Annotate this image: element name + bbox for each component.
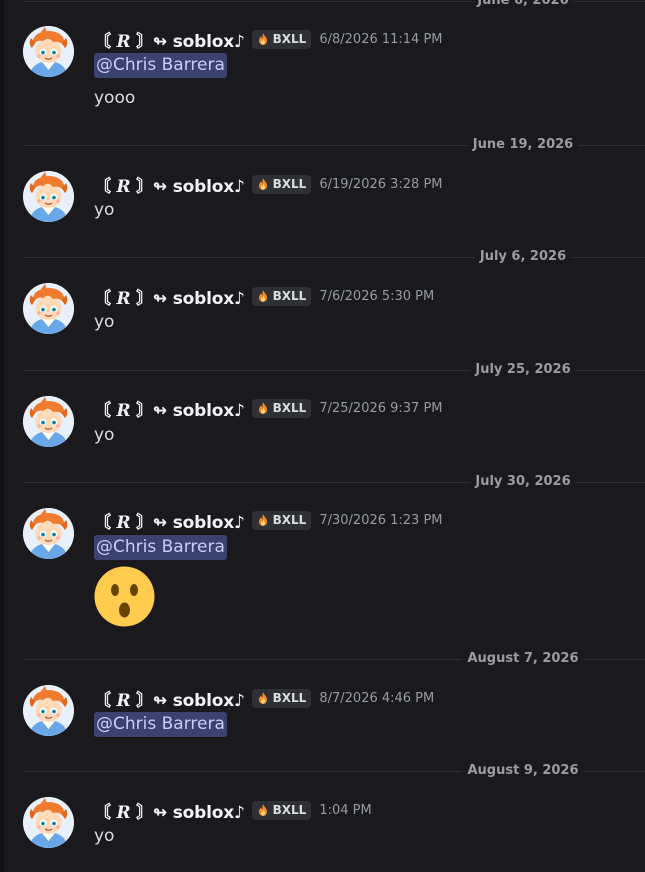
username[interactable]: 〘 R 〙↬ soblox♪ — [94, 172, 245, 197]
message-header: 〘 R 〙↬ soblox♪ BXLL 6/19/2026 3:28 PM — [94, 172, 443, 197]
message-text: yo — [94, 312, 115, 332]
username[interactable]: 〘 R 〙↬ soblox♪ — [94, 396, 245, 421]
timestamp[interactable]: 6/19/2026 3:28 PM — [319, 177, 442, 192]
message-header: 〘 R 〙↬ soblox♪ BXLL 8/7/2026 4:46 PM — [94, 686, 434, 711]
avatar[interactable] — [23, 508, 74, 559]
fire-icon — [256, 803, 270, 817]
user-mention[interactable]: @Chris Barrera — [94, 712, 227, 737]
message-text: yo — [94, 826, 115, 846]
message-header: 〘 R 〙↬ soblox♪ BXLL 7/25/2026 9:37 PM — [94, 396, 443, 421]
avatar[interactable] — [23, 26, 74, 77]
date-separator-label: August 7, 2026 — [462, 651, 584, 667]
username[interactable]: 〘 R 〙↬ soblox♪ — [94, 284, 245, 309]
avatar[interactable] — [23, 283, 74, 334]
fire-icon — [256, 289, 270, 303]
server-tag[interactable]: BXLL — [251, 29, 312, 49]
date-separator-label: August 9, 2026 — [462, 763, 584, 779]
timestamp[interactable]: 7/6/2026 5:30 PM — [319, 289, 434, 304]
user-mention[interactable]: @Chris Barrera — [94, 53, 227, 78]
server-tag[interactable]: BXLL — [251, 174, 312, 194]
fire-icon — [256, 177, 270, 191]
fire-icon — [256, 691, 270, 705]
message-header: 〘 R 〙↬ soblox♪ BXLL 1:04 PM — [94, 798, 372, 823]
fire-icon — [256, 401, 270, 415]
server-tag[interactable]: BXLL — [251, 398, 312, 418]
server-tag[interactable]: BXLL — [251, 688, 312, 708]
message-header: 〘 R 〙↬ soblox♪ BXLL 7/6/2026 5:30 PM — [94, 284, 434, 309]
left-edge-bar — [0, 0, 4, 872]
message-text: yooo — [94, 88, 136, 108]
timestamp[interactable]: 8/7/2026 4:46 PM — [319, 691, 434, 706]
message-text: yo — [94, 425, 115, 445]
server-tag[interactable]: BXLL — [251, 510, 312, 530]
avatar[interactable] — [23, 685, 74, 736]
date-separator-label: July 6, 2026 — [474, 249, 572, 265]
hushed-face-emoji — [94, 566, 155, 627]
message-text: yo — [94, 200, 115, 220]
server-tag[interactable]: BXLL — [251, 800, 312, 820]
message-header: 〘 R 〙↬ soblox♪ BXLL 7/30/2026 1:23 PM — [94, 508, 443, 533]
username[interactable]: 〘 R 〙↬ soblox♪ — [94, 798, 245, 823]
avatar[interactable] — [23, 171, 74, 222]
timestamp[interactable]: 7/30/2026 1:23 PM — [319, 513, 442, 528]
timestamp[interactable]: 6/8/2026 11:14 PM — [319, 32, 442, 47]
timestamp[interactable]: 1:04 PM — [319, 803, 371, 818]
user-mention[interactable]: @Chris Barrera — [94, 535, 227, 560]
server-tag[interactable]: BXLL — [251, 286, 312, 306]
avatar[interactable] — [23, 797, 74, 848]
username[interactable]: 〘 R 〙↬ soblox♪ — [94, 508, 245, 533]
date-separator-label: July 30, 2026 — [470, 474, 576, 490]
message-header: 〘 R 〙↬ soblox♪ BXLL 6/8/2026 11:14 PM — [94, 27, 443, 52]
username[interactable]: 〘 R 〙↬ soblox♪ — [94, 27, 245, 52]
date-separator-label: June 19, 2026 — [467, 137, 579, 153]
username[interactable]: 〘 R 〙↬ soblox♪ — [94, 686, 245, 711]
date-separator-label: July 25, 2026 — [470, 362, 576, 378]
avatar[interactable] — [23, 396, 74, 447]
fire-icon — [256, 32, 270, 46]
timestamp[interactable]: 7/25/2026 9:37 PM — [319, 401, 442, 416]
fire-icon — [256, 513, 270, 527]
date-separator-label: June 6, 2026 — [472, 0, 574, 9]
